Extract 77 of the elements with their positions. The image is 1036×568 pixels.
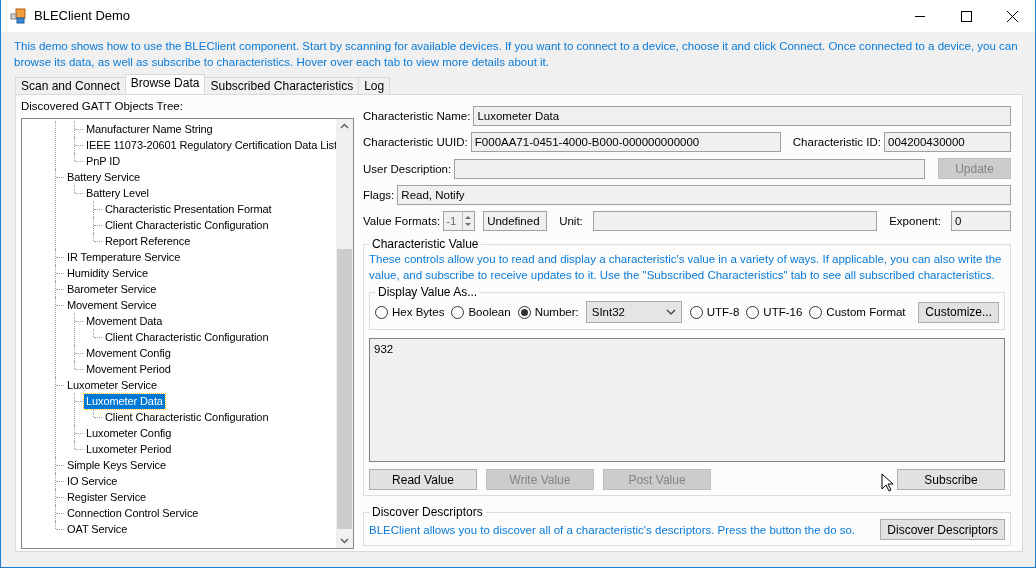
spinner-value: -1: [446, 214, 458, 229]
tree-title: Discovered GATT Objects Tree:: [21, 99, 184, 114]
group-title: Discover Descriptors: [371, 505, 484, 519]
tree-item[interactable]: Battery Service: [65, 170, 143, 185]
radio-option[interactable]: Custom Format: [809, 304, 906, 320]
tree-item[interactable]: Simple Keys Service: [65, 458, 168, 473]
customize-button[interactable]: Customize...: [918, 301, 999, 323]
tree-item[interactable]: Luxometer Period: [84, 442, 174, 457]
tree-item[interactable]: Characteristic Presentation Format: [103, 202, 274, 217]
tree-item[interactable]: Register Service: [65, 490, 149, 505]
tab[interactable]: Browse Data: [124, 74, 206, 94]
field-label: Characteristic ID:: [792, 135, 881, 150]
field-label: User Description:: [363, 161, 452, 177]
tree-item[interactable]: Luxometer Config: [84, 426, 174, 441]
scroll-down-icon[interactable]: [340, 538, 349, 544]
intro-text: This demo shows how to use the BLEClient component. Start by scanning for available devices. If you want to connect to a device, choose it and click Connect. Once connected to a device, you can browse its data, as well as subscribe to characteristics. Hover over each tab to view more details about it.: [13, 39, 1019, 66]
type-dropdown[interactable]: SInt32: [585, 301, 682, 323]
tree-item[interactable]: Movement Config: [84, 346, 173, 361]
radio-option[interactable]: Boolean: [451, 304, 511, 320]
scrollbar[interactable]: [336, 119, 353, 548]
tree-item[interactable]: IEEE 11073-20601 Regulatory Certification Data List: [84, 138, 339, 153]
field-label: Characteristic UUID:: [363, 135, 468, 150]
field-label: Characteristic Name:: [363, 109, 471, 124]
format-spinner[interactable]: -1: [443, 211, 476, 231]
tree-item[interactable]: Manufacturer Name String: [84, 122, 215, 137]
tree-item[interactable]: Client Characteristic Configuration: [103, 410, 271, 425]
tree-item[interactable]: Barometer Service: [65, 282, 159, 297]
action-button[interactable]: Read Value: [369, 469, 477, 490]
tree-item[interactable]: IO Service: [65, 474, 120, 489]
tree-view[interactable]: [21, 118, 354, 549]
radio-option[interactable]: Hex Bytes: [375, 304, 445, 320]
tree-item[interactable]: PnP ID: [84, 154, 123, 169]
tree-item[interactable]: Luxometer Data: [84, 394, 165, 409]
radio-option[interactable]: UTF-16: [746, 304, 803, 320]
id-field[interactable]: 004200430000: [884, 132, 1011, 152]
tree-item[interactable]: Humidity Service: [65, 266, 150, 281]
format-name-field[interactable]: Undefined: [483, 211, 548, 231]
flags-field[interactable]: Read, Notify: [397, 185, 1011, 205]
uuid-field[interactable]: F000AA71-0451-4000-B000-000000000000: [470, 132, 781, 152]
radio-option[interactable]: Number:: [517, 304, 579, 320]
tab[interactable]: Log: [358, 77, 391, 94]
scroll-up-icon[interactable]: [340, 123, 349, 129]
radio-option[interactable]: UTF-8: [689, 304, 740, 320]
group-title: Characteristic Value: [371, 237, 480, 251]
caret-icon: [665, 309, 676, 315]
action-button[interactable]: Subscribe: [897, 469, 1005, 490]
help-text: BLEClient allows you to discover all of a characteristic's descriptors. Press the button the do so.: [369, 522, 857, 538]
pointer-icon: [881, 473, 893, 492]
group-title: Display Value As...: [377, 285, 479, 299]
help-text: These controls allow you to read and display a characteristic's value in a variety of ways. If applicable, you can also write the value, and subscribe to receive updates to it. Use the "Subscribed Characteristics" tab to see all subscribed characteristics.: [369, 252, 1003, 283]
field-label: Exponent:: [889, 214, 941, 229]
field-label: Value Formats:: [363, 214, 441, 229]
exponent-field[interactable]: 0: [951, 211, 1011, 231]
tree-item[interactable]: Client Characteristic Configuration: [103, 330, 271, 345]
tree-item[interactable]: Battery Level: [84, 186, 151, 201]
close-icon: [1006, 10, 1018, 22]
tree-item[interactable]: OAT Service: [65, 522, 130, 537]
tree-item[interactable]: Connection Control Service: [65, 506, 201, 521]
value-text-area[interactable]: 932: [369, 338, 1005, 462]
field-label: Flags:: [363, 188, 395, 203]
tree-item[interactable]: Luxometer Service: [65, 378, 159, 393]
window-title: BLEClient Demo: [34, 8, 131, 24]
tree-item[interactable]: IR Temperature Service: [65, 250, 183, 265]
field-label: Unit:: [559, 214, 583, 229]
description-field[interactable]: [454, 158, 925, 179]
scrollbar-thumb[interactable]: [337, 249, 352, 529]
app-icon: [10, 8, 26, 24]
name-field[interactable]: Luxometer Data: [473, 106, 1011, 126]
tab[interactable]: Scan and Connect: [15, 77, 126, 94]
tree-item[interactable]: Report Reference: [103, 234, 193, 249]
unit-field[interactable]: [592, 211, 878, 231]
maximize-icon: [960, 10, 972, 22]
tree-item[interactable]: Movement Service: [65, 298, 159, 313]
tree-item[interactable]: Movement Period: [84, 362, 173, 377]
tree-item[interactable]: Client Characteristic Configuration: [103, 218, 271, 233]
tree-item[interactable]: Movement Data: [84, 314, 165, 329]
discover-descriptors-button[interactable]: Discover Descriptors: [880, 519, 1005, 540]
